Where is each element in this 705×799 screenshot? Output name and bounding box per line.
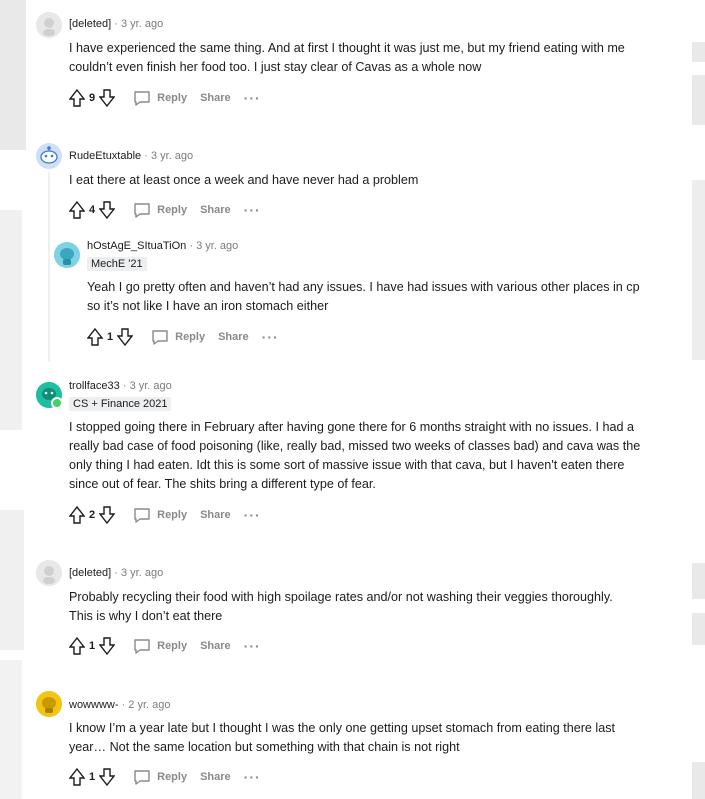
reply-button[interactable]: Reply xyxy=(133,768,187,786)
author-name[interactable]: trollface33 xyxy=(69,380,120,392)
vote-score: 4 xyxy=(89,204,96,216)
background-decoration-left-4 xyxy=(0,660,22,799)
comment-icon xyxy=(134,770,150,785)
upvote-icon[interactable] xyxy=(69,768,85,786)
downvote-icon[interactable] xyxy=(99,506,116,524)
deleted-avatar-icon[interactable] xyxy=(36,12,62,38)
user-flair: MechE '21 xyxy=(87,257,147,271)
background-decoration-right-5 xyxy=(692,613,705,645)
timestamp[interactable]: 3 yr. ago xyxy=(151,150,193,162)
downvote-icon[interactable] xyxy=(99,201,116,219)
downvote-icon[interactable] xyxy=(117,328,134,346)
background-decoration-right-6 xyxy=(692,762,705,799)
more-options-button[interactable]: ··· xyxy=(244,91,261,105)
user-flair: CS + Finance 2021 xyxy=(69,397,172,411)
timestamp[interactable]: 2 yr. ago xyxy=(128,699,170,711)
author-name[interactable]: wowwww- xyxy=(69,699,119,711)
share-button[interactable]: Share xyxy=(200,640,231,652)
timestamp[interactable]: 3 yr. ago xyxy=(130,380,172,392)
author-name[interactable]: [deleted] xyxy=(69,567,111,579)
comment-actions: 2 Reply Share ··· xyxy=(69,505,261,525)
vote-score: 9 xyxy=(89,92,96,104)
comment-actions: 1 Reply Share ··· xyxy=(87,327,279,347)
comment-icon xyxy=(134,639,150,654)
comment-meta: RudeEtuxtable · 3 yr. ago xyxy=(69,150,194,162)
author-name[interactable]: [deleted] xyxy=(69,18,111,30)
comment-body: I know I’m a year late but I thought I w… xyxy=(69,721,616,754)
teal-avatar-icon[interactable] xyxy=(54,242,80,268)
vote-score: 1 xyxy=(107,331,114,343)
reply-button[interactable]: Reply xyxy=(133,201,187,219)
comment-actions: 4 Reply Share ··· xyxy=(69,200,261,220)
more-options-button[interactable]: ··· xyxy=(244,639,261,653)
background-decoration-right-2 xyxy=(692,75,705,125)
background-decoration-left-2 xyxy=(0,210,22,430)
comment-body: I have experienced the same thing. And a… xyxy=(69,41,625,74)
timestamp[interactable]: 3 yr. ago xyxy=(196,240,238,252)
reply-button[interactable]: Reply xyxy=(151,328,205,346)
snoo-blue-avatar-icon[interactable] xyxy=(36,143,62,169)
vote-score: 2 xyxy=(89,509,96,521)
share-button[interactable]: Share xyxy=(200,92,231,104)
deleted-avatar-icon[interactable] xyxy=(36,560,62,586)
comment-body: I eat there at least once a week and hav… xyxy=(69,173,419,187)
comment-meta: [deleted] · 3 yr. ago xyxy=(69,18,164,30)
share-button[interactable]: Share xyxy=(200,509,231,521)
yellow-avatar-icon[interactable] xyxy=(36,691,62,717)
comment-meta: wowwww- · 2 yr. ago xyxy=(69,699,171,711)
reply-button[interactable]: Reply xyxy=(133,637,187,655)
more-options-button[interactable]: ··· xyxy=(244,203,261,217)
comment-body: Probably recycling their food with high … xyxy=(69,590,613,623)
background-decoration-left xyxy=(0,0,26,150)
share-button[interactable]: Share xyxy=(200,204,231,216)
upvote-icon[interactable] xyxy=(69,506,85,524)
comment-meta: trollface33 · 3 yr. ago xyxy=(69,380,172,392)
more-options-button[interactable]: ··· xyxy=(262,330,279,344)
online-status-icon xyxy=(51,397,63,409)
background-decoration-right xyxy=(692,42,705,62)
comment-icon xyxy=(152,330,168,345)
comment-body: I stopped going there in February after … xyxy=(69,420,641,491)
upvote-icon[interactable] xyxy=(69,637,85,655)
downvote-icon[interactable] xyxy=(99,89,116,107)
thread-line[interactable] xyxy=(48,172,50,362)
background-decoration-left-3 xyxy=(0,510,24,650)
comment-actions: 1 Reply Share ··· xyxy=(69,636,261,656)
comment-icon xyxy=(134,91,150,106)
more-options-button[interactable]: ··· xyxy=(244,770,261,784)
comment-meta: hOstAgE_SItuaTiOn · 3 yr. ago xyxy=(87,240,239,252)
downvote-icon[interactable] xyxy=(99,768,116,786)
comment-body: Yeah I go pretty often and haven’t had a… xyxy=(87,280,640,313)
comment-icon xyxy=(134,508,150,523)
background-decoration-right-3 xyxy=(692,180,705,360)
upvote-icon[interactable] xyxy=(69,89,85,107)
reply-button[interactable]: Reply xyxy=(133,506,187,524)
comment-icon xyxy=(134,203,150,218)
downvote-icon[interactable] xyxy=(99,637,116,655)
author-name[interactable]: hOstAgE_SItuaTiOn xyxy=(87,240,186,252)
comment-actions: 9 Reply Share ··· xyxy=(69,88,261,108)
share-button[interactable]: Share xyxy=(218,331,249,343)
reply-button[interactable]: Reply xyxy=(133,89,187,107)
comment-meta: [deleted] · 3 yr. ago xyxy=(69,567,164,579)
vote-score: 1 xyxy=(89,640,96,652)
upvote-icon[interactable] xyxy=(87,328,103,346)
author-name[interactable]: RudeEtuxtable xyxy=(69,150,141,162)
comment-actions: 1 Reply Share ··· xyxy=(69,767,261,787)
timestamp[interactable]: 3 yr. ago xyxy=(121,18,163,30)
more-options-button[interactable]: ··· xyxy=(244,508,261,522)
timestamp[interactable]: 3 yr. ago xyxy=(121,567,163,579)
vote-score: 1 xyxy=(89,771,96,783)
background-decoration-right-4 xyxy=(692,563,705,599)
share-button[interactable]: Share xyxy=(200,771,231,783)
upvote-icon[interactable] xyxy=(69,201,85,219)
